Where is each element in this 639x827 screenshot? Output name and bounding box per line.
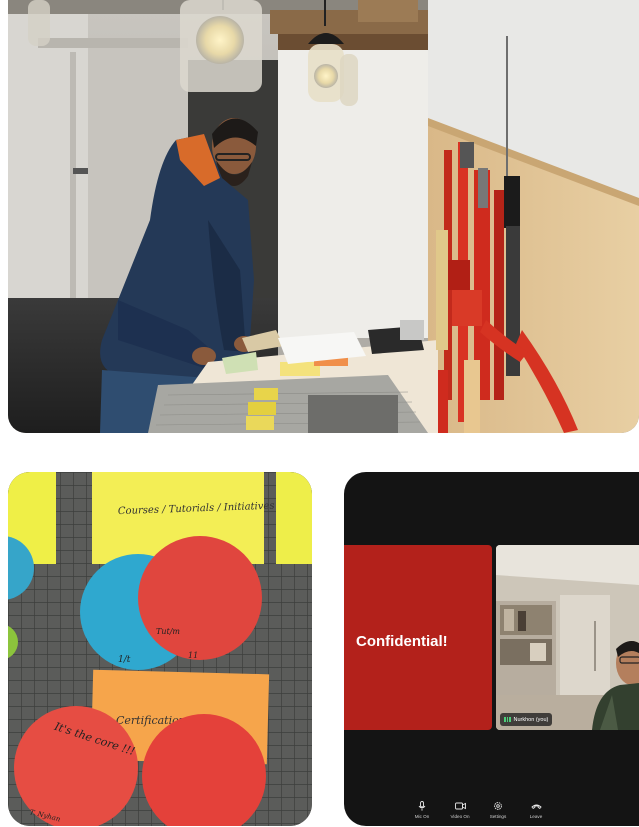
sticky-note-board: Courses / Tutorials / Initiatives 1/t Tu… [8, 472, 312, 826]
circle-note-blue-text: 1/t [118, 655, 131, 665]
participant-video [496, 545, 639, 730]
workshop-scene [8, 0, 639, 433]
video-call-window: Confidential! Nurkhon (you) Mic On Video… [344, 472, 639, 826]
circle-note-red-top-text: Tut/m [156, 627, 180, 636]
mic-icon [416, 800, 428, 812]
phone-hangup-icon [530, 800, 542, 812]
circle-note-red-top-mark: 11 [188, 651, 198, 660]
participant-name-tag: Nurkhon (you) [500, 713, 553, 726]
mic-label: Mic On [414, 814, 430, 819]
audio-level-icon [504, 717, 511, 722]
gear-icon [492, 800, 504, 812]
leave-label: Leave [529, 814, 543, 819]
workshop-photo [8, 0, 639, 433]
settings-label: Settings [489, 814, 507, 819]
circle-note-red-top [138, 536, 262, 660]
screen-share-tile[interactable]: Confidential! [344, 545, 492, 730]
call-controls: Mic On Video On Settings Leave [344, 800, 614, 822]
collage: Courses / Tutorials / Initiatives 1/t Tu… [0, 0, 639, 827]
sticky-note-board-photo: Courses / Tutorials / Initiatives 1/t Tu… [8, 472, 312, 826]
mic-button[interactable]: Mic On [411, 800, 433, 822]
settings-button[interactable]: Settings [487, 800, 509, 822]
video-label: Video On [450, 814, 470, 819]
video-button[interactable]: Video On [449, 800, 471, 822]
sticky-note-yellow-right [276, 472, 312, 564]
video-icon [454, 800, 466, 812]
shared-screen-text: Confidential! [356, 633, 448, 650]
participant-name: Nurkhon (you) [513, 716, 549, 723]
participant-video-tile[interactable]: Nurkhon (you) [496, 545, 639, 730]
leave-button[interactable]: Leave [525, 800, 547, 822]
